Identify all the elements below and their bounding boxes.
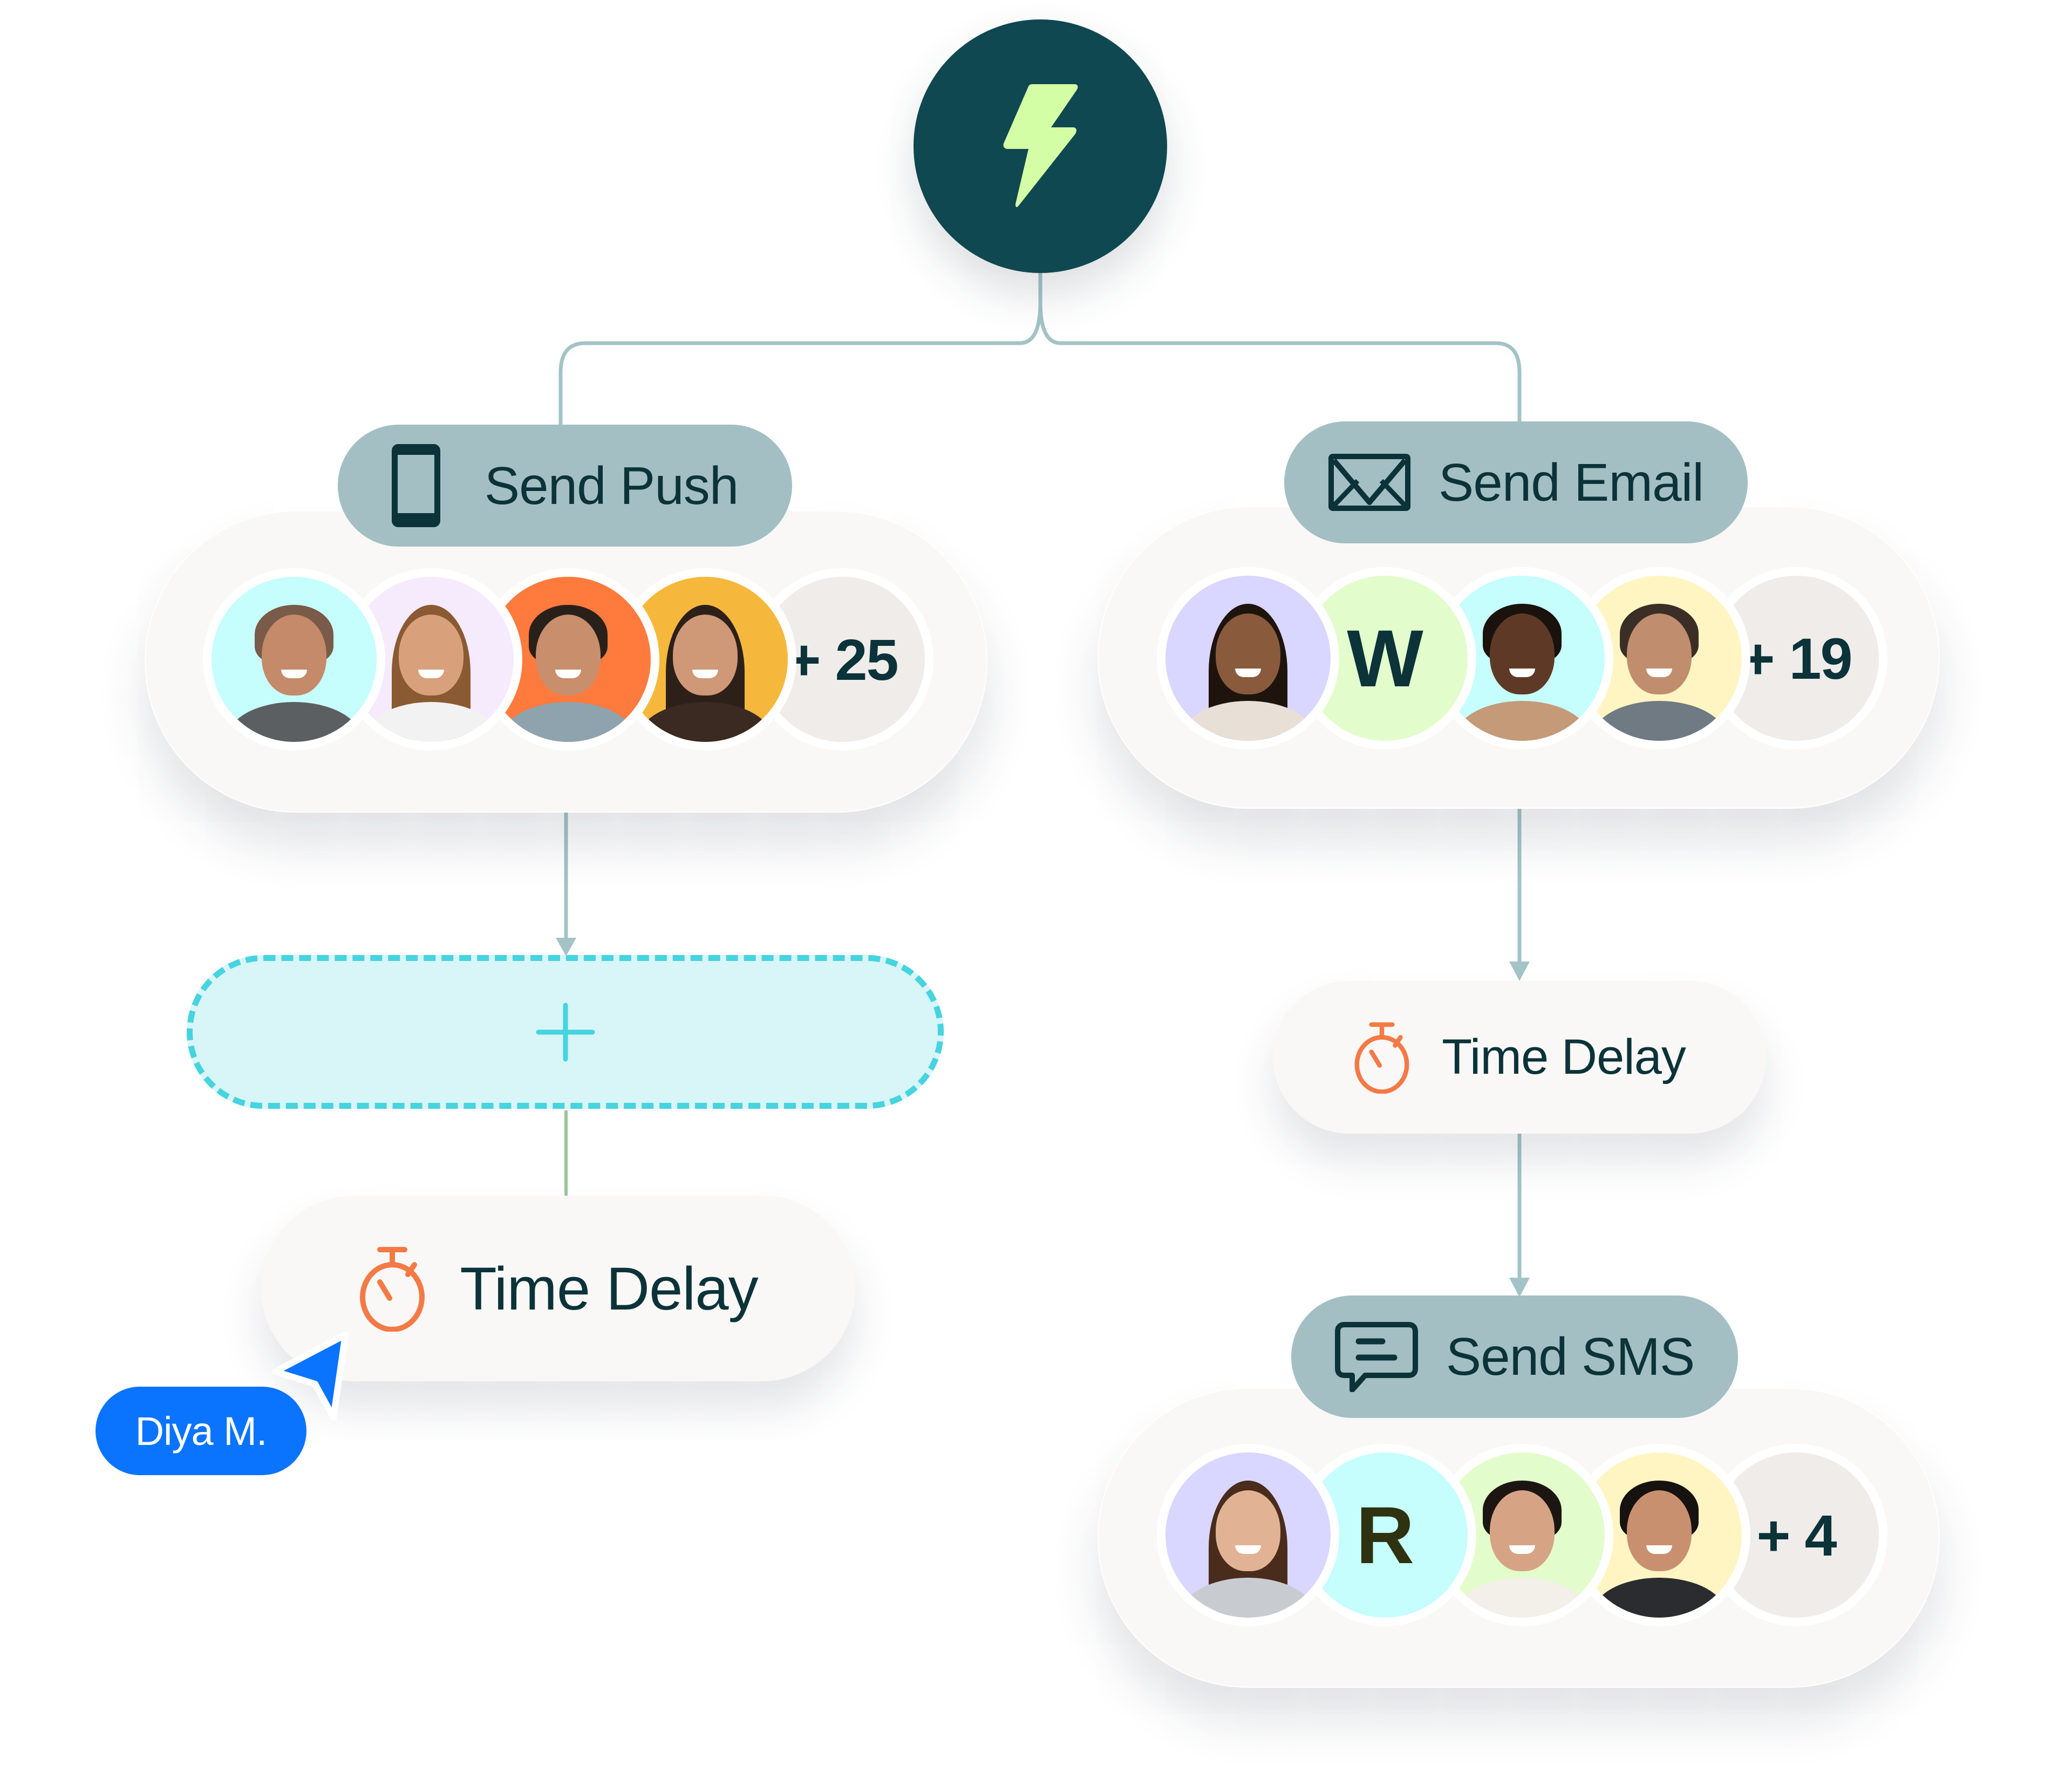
connector-trigger-split	[558, 272, 1042, 426]
sms-audience-avatars[interactable]: R + 4	[1157, 1444, 1887, 1626]
avatar-head	[673, 615, 738, 695]
send-sms-label: Send SMS	[1446, 1327, 1695, 1386]
arrowhead-add-slot	[556, 938, 576, 956]
chat-message-icon	[1334, 1321, 1418, 1392]
avatar-photo[interactable]	[203, 568, 385, 751]
overflow-count-label: + 19	[1741, 625, 1852, 691]
send-email-label: Send Email	[1438, 452, 1704, 512]
avatar-shoulders	[1592, 701, 1727, 741]
avatar-head	[1216, 1490, 1280, 1571]
avatar-head	[262, 615, 326, 695]
avatar-head	[1216, 613, 1280, 694]
avatar-head	[1627, 613, 1692, 694]
plus-icon	[536, 1003, 595, 1061]
stopwatch-icon	[1354, 1022, 1409, 1094]
avatar-shoulders	[1181, 1578, 1316, 1618]
avatar-shoulders	[1592, 1578, 1727, 1618]
avatar-shoulders	[364, 702, 499, 742]
avatar-shoulders	[1181, 701, 1316, 741]
lightning-bolt-icon	[1003, 84, 1078, 207]
avatar-head	[1627, 1490, 1692, 1571]
avatar-photo[interactable]	[1157, 567, 1339, 749]
envelope-icon	[1328, 454, 1410, 511]
trigger-node[interactable]	[914, 19, 1167, 273]
avatar-photo[interactable]	[1157, 1444, 1339, 1626]
avatar-head	[536, 615, 601, 695]
push-audience-avatars[interactable]: + 25	[203, 568, 933, 751]
avatar-shoulders	[1455, 1578, 1590, 1618]
mobile-phone-icon	[391, 444, 440, 527]
avatar-initial-letter: R	[1355, 1489, 1415, 1580]
arrowhead-email-delay	[1509, 961, 1530, 981]
connector-trigger-email	[1038, 302, 1522, 422]
avatar-shoulders	[227, 702, 362, 742]
add-step-slot[interactable]	[187, 955, 944, 1109]
avatar-shoulders	[501, 702, 636, 742]
stopwatch-icon	[360, 1247, 425, 1332]
avatar-head	[399, 615, 464, 695]
arrowhead-sms	[1509, 1278, 1530, 1297]
email-audience-avatars[interactable]: W + 19	[1157, 567, 1887, 749]
avatar-head	[1490, 1490, 1555, 1571]
send-email-node[interactable]: Send Email	[1284, 421, 1748, 543]
avatar-initial-letter: W	[1347, 612, 1423, 704]
send-push-node[interactable]: Send Push	[338, 425, 792, 547]
time-delay-label-push: Time Delay	[460, 1254, 758, 1322]
send-sms-node[interactable]: Send SMS	[1291, 1295, 1738, 1418]
time-delay-label-email: Time Delay	[1442, 1029, 1686, 1085]
overflow-count-label: + 4	[1756, 1502, 1837, 1568]
avatar-shoulders	[1455, 701, 1590, 741]
avatar-head	[1490, 613, 1555, 694]
cursor-pointer-icon	[272, 1332, 349, 1421]
send-push-label: Send Push	[484, 455, 739, 515]
overflow-count-label: + 25	[787, 626, 898, 692]
avatar-shoulders	[638, 702, 773, 742]
time-delay-node-email[interactable]: Time Delay	[1273, 981, 1766, 1134]
